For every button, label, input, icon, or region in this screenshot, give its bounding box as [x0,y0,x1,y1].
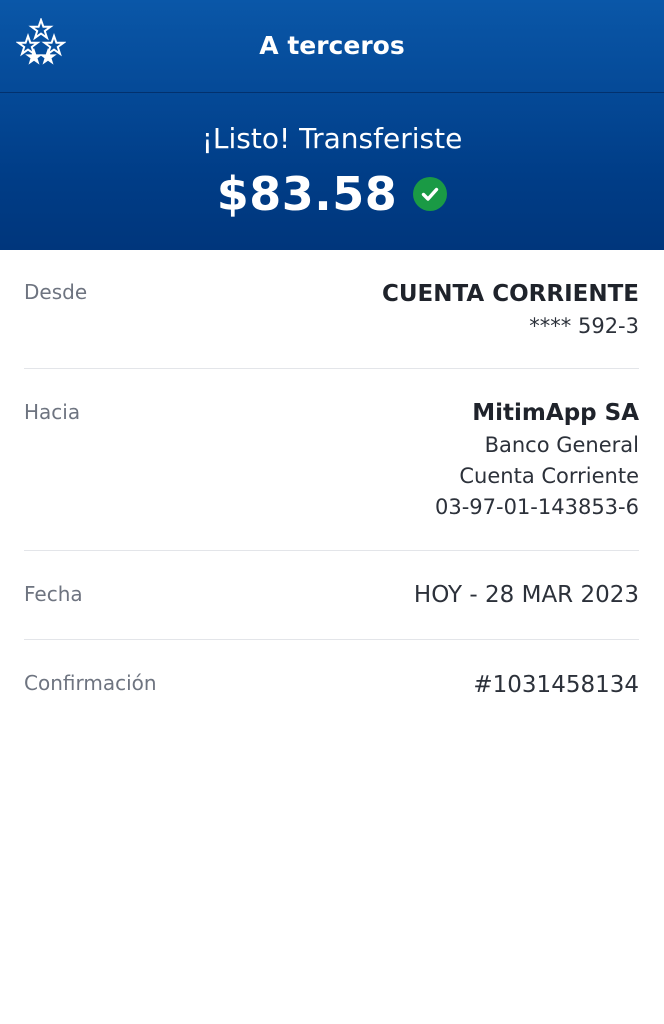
header-divider [0,92,664,93]
confirmation-values: #1031458134 [473,670,639,700]
success-message: ¡Listo! Transferiste [201,122,463,155]
to-bank-name: Banco General [484,433,639,457]
date-value: HOY - 28 MAR 2023 [413,582,639,608]
from-values: CUENTA CORRIENTE **** 592-3 [382,279,639,342]
date-values: HOY - 28 MAR 2023 [414,580,639,610]
confirmation-label: Confirmación [24,671,157,695]
detail-row-from: Desde CUENTA CORRIENTE **** 592-3 [24,250,639,369]
detail-row-date: Fecha HOY - 28 MAR 2023 [24,551,639,640]
confirmation-number: #1031458134 [473,672,639,698]
top-bar: A terceros [0,0,664,92]
date-label: Fecha [24,582,83,606]
to-label: Hacia [24,400,81,424]
amount-row: $83.58 [0,164,664,224]
detail-row-to: Hacia MitimApp SA Banco General Cuenta C… [24,369,639,551]
transfer-receipt-screen: A terceros ¡Listo! Transferiste $83.58 D… [0,0,664,1024]
from-label: Desde [24,280,88,304]
header: A terceros ¡Listo! Transferiste $83.58 [0,0,664,250]
check-circle-icon [413,177,448,211]
transfer-details: Desde CUENTA CORRIENTE **** 592-3 Hacia … [24,250,639,728]
from-account-number: **** 592-3 [529,314,639,338]
to-account-type: Cuenta Corriente [459,464,639,488]
page-title: A terceros [259,31,405,60]
to-recipient-name: MitimApp SA [472,400,639,426]
to-values: MitimApp SA Banco General Cuenta Corrien… [435,398,639,523]
transfer-amount: $83.58 [216,167,398,221]
to-account-number: 03-97-01-143853-6 [434,495,639,519]
detail-row-confirmation: Confirmación #1031458134 [24,640,639,728]
from-account-type: CUENTA CORRIENTE [382,281,639,307]
